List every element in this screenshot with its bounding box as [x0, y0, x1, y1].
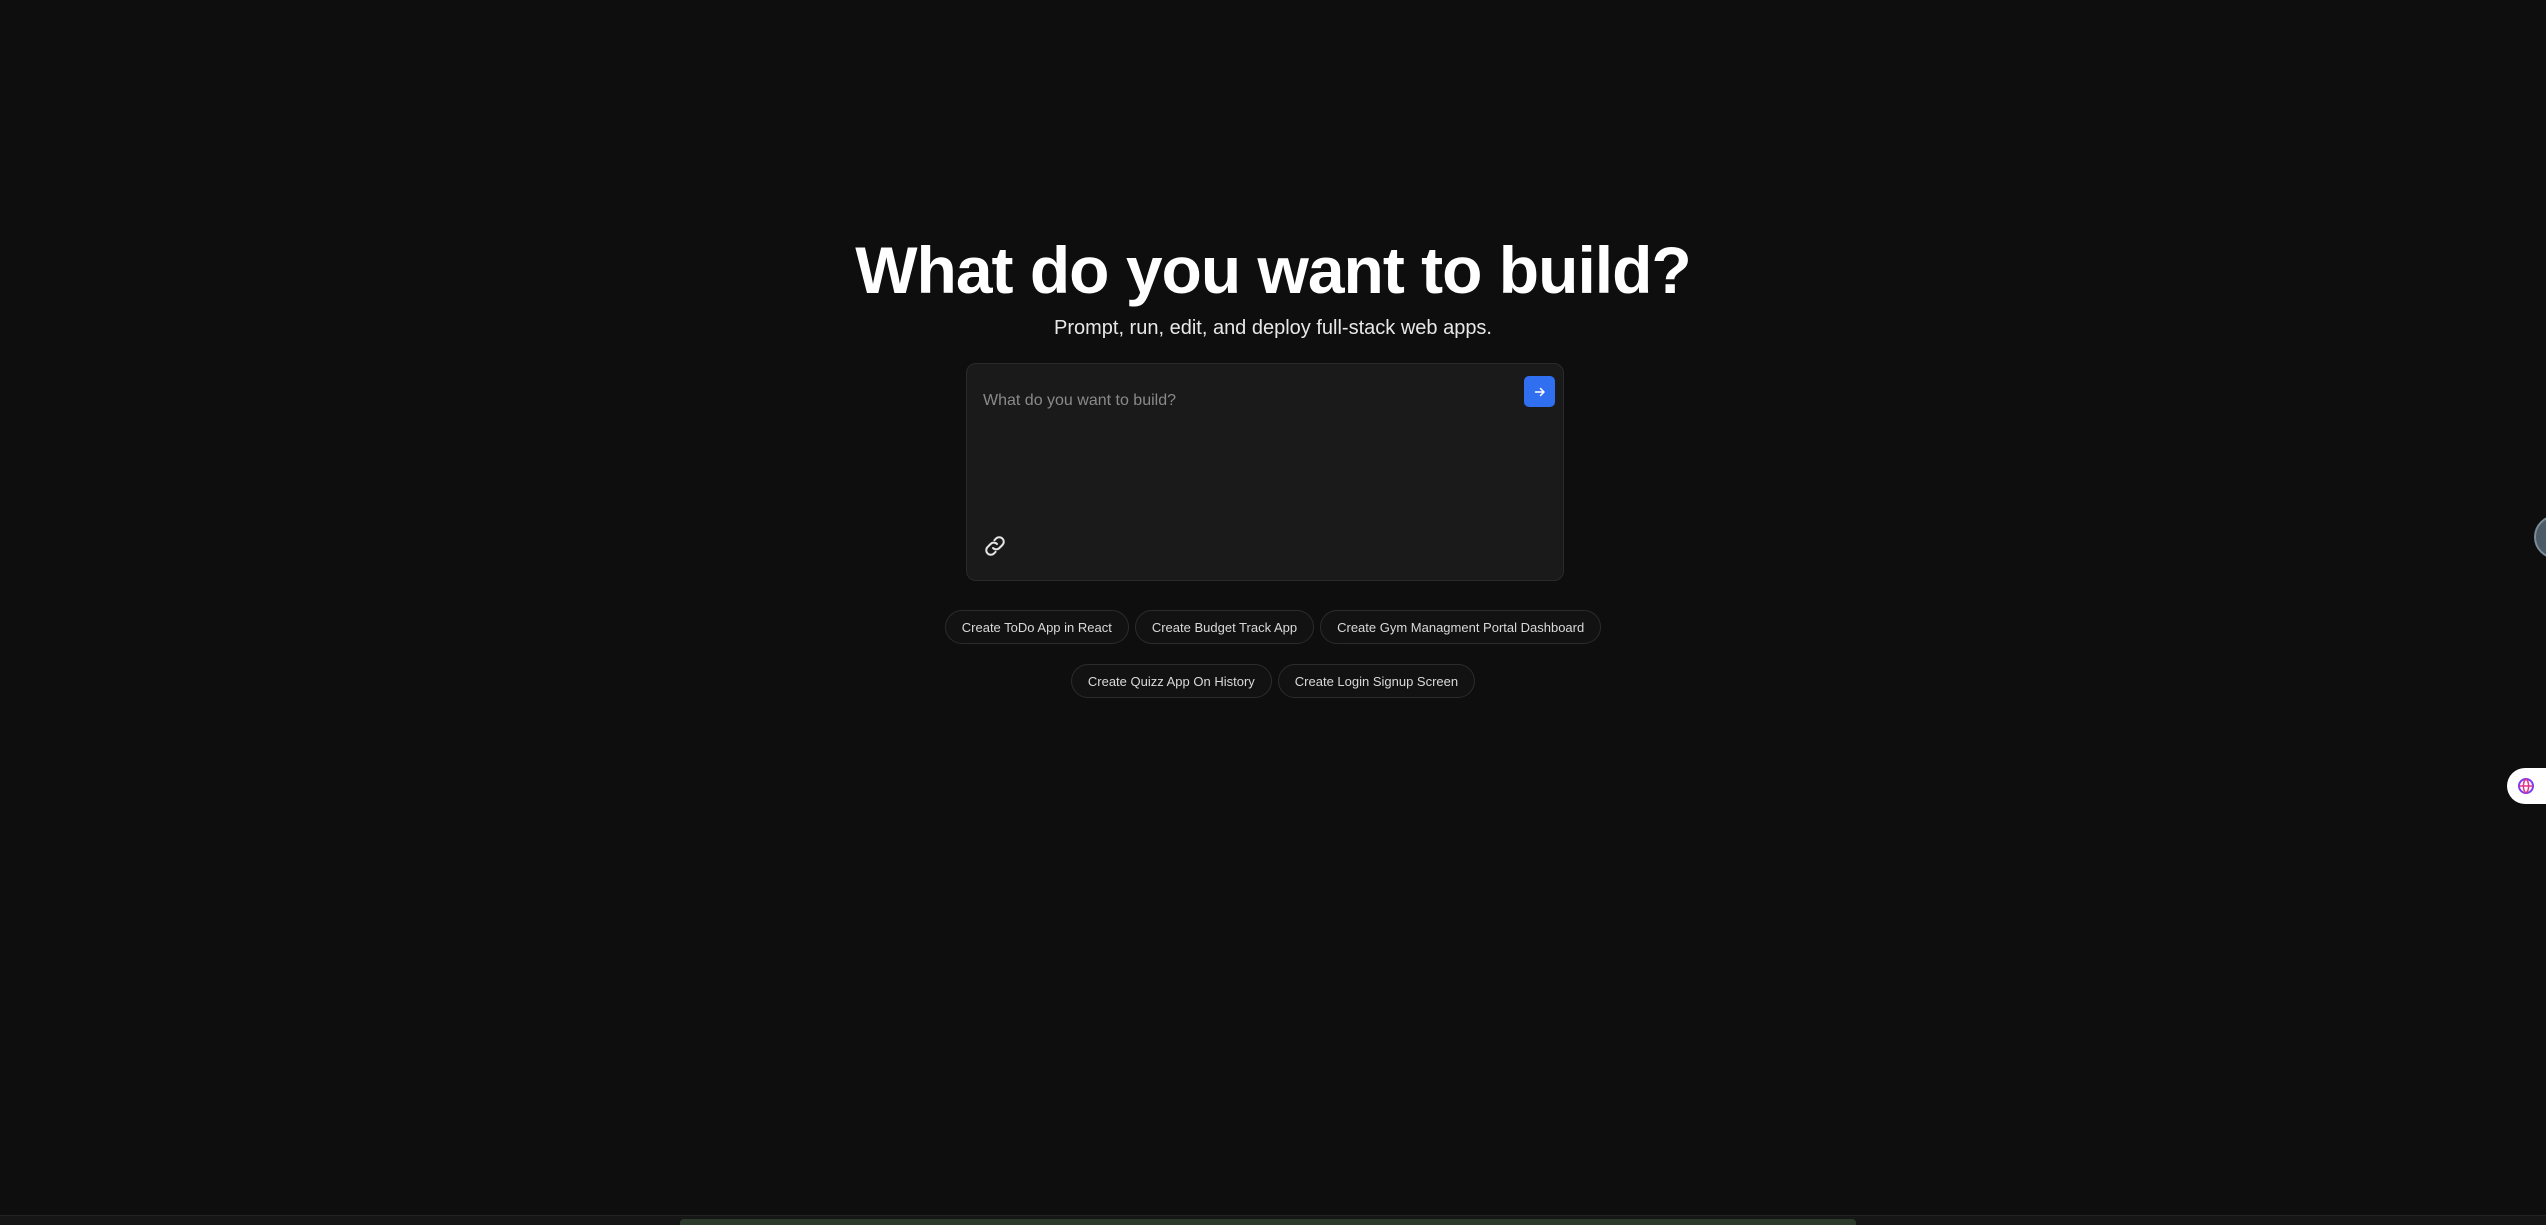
- suggestion-chip[interactable]: Create ToDo App in React: [944, 610, 1129, 644]
- floating-widget-button[interactable]: [2507, 768, 2546, 804]
- page: What do you want to build? Prompt, run, …: [0, 0, 2546, 1225]
- suggestions-row-2: Create Quizz App On History Create Login…: [0, 664, 2546, 698]
- submit-button[interactable]: [1524, 376, 1555, 407]
- link-icon: [985, 536, 1005, 556]
- suggestion-chip[interactable]: Create Login Signup Screen: [1277, 664, 1476, 698]
- prompt-box: [966, 363, 1564, 581]
- suggestions-row-1: Create ToDo App in React Create Budget T…: [0, 610, 2546, 644]
- suggestion-chip[interactable]: Create Quizz App On History: [1070, 664, 1272, 698]
- arrow-right-icon: [1534, 387, 1545, 396]
- page-subtitle: Prompt, run, edit, and deploy full-stack…: [1053, 317, 1492, 339]
- prompt-input[interactable]: [983, 390, 1483, 510]
- page-title: What do you want to build?: [855, 233, 1692, 307]
- attach-link-button[interactable]: [981, 532, 1009, 560]
- suggestion-chip[interactable]: Create Gym Managment Portal Dashboard: [1320, 610, 1602, 644]
- avatar[interactable]: [2534, 515, 2546, 559]
- globe-icon: [2518, 778, 2534, 794]
- suggestion-chip[interactable]: Create Budget Track App: [1134, 610, 1315, 644]
- bottom-bar: [680, 1219, 1856, 1225]
- bottom-strip: [0, 1215, 2546, 1225]
